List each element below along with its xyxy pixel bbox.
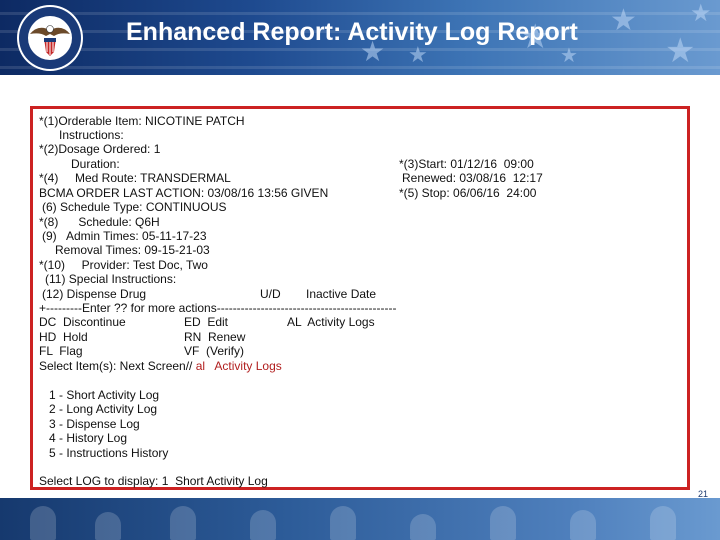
- action-discontinue: DC Discontinue: [39, 315, 126, 329]
- action-verify: VF (Verify): [184, 344, 245, 358]
- footer-photo-figure: [30, 506, 56, 540]
- va-seal-logo: [17, 5, 83, 71]
- instructions-line: Instructions:: [59, 128, 124, 142]
- footer-photo-figure: [570, 510, 596, 540]
- star-icon: ★: [408, 42, 428, 67]
- footer-photo-figure: [410, 514, 436, 540]
- header-banner: ★ ★ ★ ★ ★ ★ ★ Enhanced Report: Activity …: [0, 0, 720, 75]
- select-log-prompt: Select LOG to display: 1 Short Activity …: [39, 474, 268, 488]
- footer-photo-figure: [170, 506, 196, 540]
- star-icon: ★: [560, 45, 578, 67]
- action-hold: HD Hold: [39, 330, 88, 344]
- log-option-1: 1 - Short Activity Log: [49, 388, 160, 402]
- footer-photo-figure: [330, 506, 356, 540]
- footer-photo-figure: [250, 510, 276, 540]
- action-renew: RN Renew: [184, 330, 246, 344]
- more-actions-divider: +---------Enter ?? for more actions-----…: [39, 301, 397, 315]
- schedule-line: *(8) Schedule: Q6H: [39, 215, 160, 229]
- footer-photo-figure: [490, 506, 516, 540]
- action-edit: ED Edit: [184, 315, 229, 329]
- footer-photo-figure: [650, 506, 676, 540]
- star-icon: ★: [690, 0, 712, 27]
- log-option-3: 3 - Dispense Log: [49, 417, 140, 431]
- select-item-label: Select Item(s): Next Screen//: [39, 359, 196, 373]
- log-option-4: 4 - History Log: [49, 431, 128, 445]
- dispense-drug-header: (12) Dispense Drug: [42, 287, 147, 301]
- orderable-item-line: *(1)Orderable Item: NICOTINE PATCH: [39, 114, 245, 128]
- provider-line: *(10) Provider: Test Doc, Two: [39, 258, 208, 272]
- renewed-date-line: Renewed: 03/08/16 12:17: [402, 171, 543, 185]
- admin-times-line: (9) Admin Times: 05-11-17-23: [42, 229, 207, 243]
- removal-times-line: Removal Times: 09-15-21-03: [55, 243, 210, 257]
- star-icon: ★: [610, 4, 637, 37]
- start-date-line: *(3)Start: 01/12/16 09:00: [399, 157, 534, 171]
- log-option-5: 5 - Instructions History: [49, 446, 169, 460]
- dosage-line: *(2)Dosage Ordered: 1: [39, 142, 161, 156]
- units-per-dose-header: U/D: [260, 287, 281, 301]
- action-flag: FL Flag: [39, 344, 83, 358]
- footer-photo-strip: [0, 498, 720, 540]
- stop-date-line: *(5) Stop: 06/06/16 24:00: [399, 186, 537, 200]
- bcma-last-action-line: BCMA ORDER LAST ACTION: 03/08/16 13:56 G…: [39, 186, 329, 200]
- inactive-date-header: Inactive Date: [306, 287, 377, 301]
- action-activity-logs: AL Activity Logs: [287, 315, 375, 329]
- schedule-type-line: (6) Schedule Type: CONTINUOUS: [42, 200, 227, 214]
- special-instructions-line: (11) Special Instructions:: [45, 272, 177, 286]
- star-icon: ★: [665, 32, 696, 70]
- select-item-prompt: Select Item(s): Next Screen// al Activit…: [39, 359, 282, 373]
- footer-photo-figure: [95, 512, 121, 540]
- log-option-2: 2 - Long Activity Log: [49, 402, 158, 416]
- terminal-screen-panel: *(1)Orderable Item: NICOTINE PATCH Instr…: [30, 106, 690, 490]
- duration-line: Duration:: [71, 157, 120, 171]
- select-item-entry: al Activity Logs: [195, 359, 282, 373]
- med-route-line: *(4) Med Route: TRANSDERMAL: [39, 171, 231, 185]
- page-title: Enhanced Report: Activity Log Report: [126, 18, 578, 46]
